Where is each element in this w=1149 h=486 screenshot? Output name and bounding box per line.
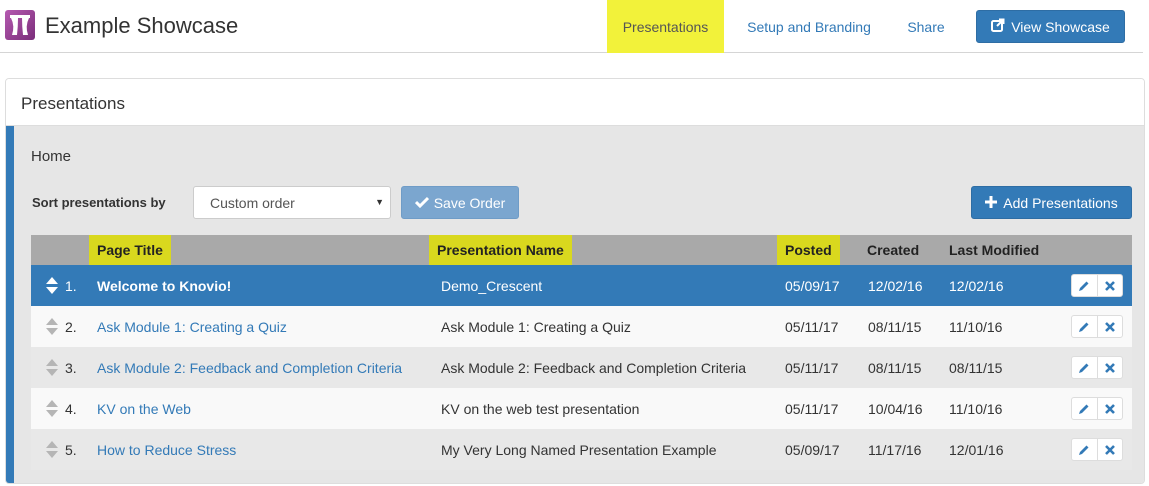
drag-handle-icon[interactable]	[45, 358, 59, 377]
breadcrumb: Home	[31, 148, 72, 165]
created-date: 12/02/16	[868, 277, 923, 294]
presentations-panel: Presentations Home Sort presentations by…	[5, 78, 1145, 484]
delete-x-icon[interactable]	[1096, 439, 1122, 460]
delete-x-icon[interactable]	[1096, 398, 1122, 419]
edit-pencil-icon[interactable]	[1072, 316, 1097, 337]
sort-label: Sort presentations by	[32, 195, 166, 210]
modified-date: 12/02/16	[949, 277, 1004, 294]
caret-down-icon: ▼	[375, 197, 384, 207]
view-showcase-label: View Showcase	[1011, 18, 1110, 35]
presentation-name: KV on the web test presentation	[441, 400, 640, 417]
page-title-link[interactable]: How to Reduce Stress	[97, 429, 236, 470]
sort-select[interactable]: Custom order ▼	[193, 186, 391, 219]
drag-handle-icon[interactable]	[45, 399, 59, 418]
page-title-link[interactable]: Welcome to Knovio!	[97, 265, 231, 306]
add-presentations-label: Add Presentations	[1003, 194, 1118, 211]
drag-handle-icon[interactable]	[45, 440, 59, 459]
tab-setup-and-branding[interactable]: Setup and Branding	[737, 0, 881, 53]
presentation-name: Demo_Crescent	[441, 277, 543, 294]
add-presentations-button[interactable]: Add Presentations	[971, 186, 1132, 219]
row-actions	[1071, 356, 1123, 379]
edit-pencil-icon[interactable]	[1072, 357, 1097, 378]
row-number: 2.	[65, 318, 77, 335]
row-actions	[1071, 274, 1123, 297]
plus-icon	[985, 195, 998, 211]
tab-presentations[interactable]: Presentations	[607, 0, 724, 53]
page-title-link[interactable]: Ask Module 2: Feedback and Completion Cr…	[97, 347, 402, 388]
tab-share[interactable]: Share	[896, 0, 956, 53]
table-row[interactable]: 1. Welcome to Knovio! Demo_Crescent 05/0…	[31, 265, 1132, 306]
presentation-name: Ask Module 1: Creating a Quiz	[441, 318, 631, 335]
row-number: 1.	[65, 277, 77, 294]
row-number: 4.	[65, 400, 77, 417]
save-order-label: Save Order	[433, 194, 506, 211]
table-row[interactable]: 4. KV on the Web KV on the web test pres…	[31, 388, 1132, 429]
header-last-modified[interactable]: Last Modified	[949, 235, 1039, 265]
delete-x-icon[interactable]	[1096, 357, 1122, 378]
modified-date: 11/10/16	[949, 400, 1003, 417]
row-number: 5.	[65, 441, 77, 458]
delete-x-icon[interactable]	[1096, 275, 1122, 296]
delete-x-icon[interactable]	[1096, 316, 1122, 337]
edit-pencil-icon[interactable]	[1072, 275, 1097, 296]
header-presentation-name[interactable]: Presentation Name	[429, 235, 572, 265]
header-posted[interactable]: Posted	[777, 235, 840, 265]
panel-body: Home Sort presentations by Custom order …	[6, 126, 1144, 483]
page-title-link[interactable]: Ask Module 1: Creating a Quiz	[97, 306, 287, 347]
drag-handle-icon[interactable]	[45, 276, 59, 295]
table-row[interactable]: 5. How to Reduce Stress My Very Long Nam…	[31, 429, 1132, 470]
presentation-name: Ask Module 2: Feedback and Completion Cr…	[441, 359, 747, 376]
posted-date: 05/11/17	[785, 318, 839, 335]
edit-pencil-icon[interactable]	[1072, 398, 1097, 419]
created-date: 08/11/15	[868, 318, 922, 335]
posted-date: 05/09/17	[785, 441, 840, 458]
top-bar: Example Showcase Presentations Setup and…	[0, 0, 1143, 53]
table-header: Page Title Presentation Name Posted Crea…	[31, 235, 1132, 265]
table-row[interactable]: 3. Ask Module 2: Feedback and Completion…	[31, 347, 1132, 388]
modified-date: 11/10/16	[949, 318, 1003, 335]
page-title-link[interactable]: KV on the Web	[97, 388, 191, 429]
view-showcase-button[interactable]: View Showcase	[976, 10, 1125, 43]
external-link-icon	[991, 18, 1005, 35]
modified-date: 08/11/15	[949, 359, 1003, 376]
presentations-table: Page Title Presentation Name Posted Crea…	[31, 235, 1132, 470]
header-created[interactable]: Created	[867, 235, 919, 265]
header-page-title[interactable]: Page Title	[89, 235, 171, 265]
panel-title: Presentations	[6, 79, 1144, 126]
sort-select-value: Custom order	[210, 195, 295, 211]
row-actions	[1071, 438, 1123, 461]
row-number: 3.	[65, 359, 77, 376]
posted-date: 05/09/17	[785, 277, 840, 294]
table-row[interactable]: 2. Ask Module 1: Creating a Quiz Ask Mod…	[31, 306, 1132, 347]
save-order-button[interactable]: Save Order	[401, 186, 519, 219]
created-date: 08/11/15	[868, 359, 922, 376]
created-date: 10/04/16	[868, 400, 923, 417]
row-actions	[1071, 397, 1123, 420]
created-date: 11/17/16	[868, 441, 922, 458]
presentation-name: My Very Long Named Presentation Example	[441, 441, 717, 458]
edit-pencil-icon[interactable]	[1072, 439, 1097, 460]
row-actions	[1071, 315, 1123, 338]
modified-date: 12/01/16	[949, 441, 1004, 458]
app-title: Example Showcase	[45, 13, 239, 38]
check-icon	[414, 195, 429, 211]
posted-date: 05/11/17	[785, 400, 839, 417]
app-logo-icon	[5, 10, 35, 40]
posted-date: 05/11/17	[785, 359, 839, 376]
drag-handle-icon[interactable]	[45, 317, 59, 336]
